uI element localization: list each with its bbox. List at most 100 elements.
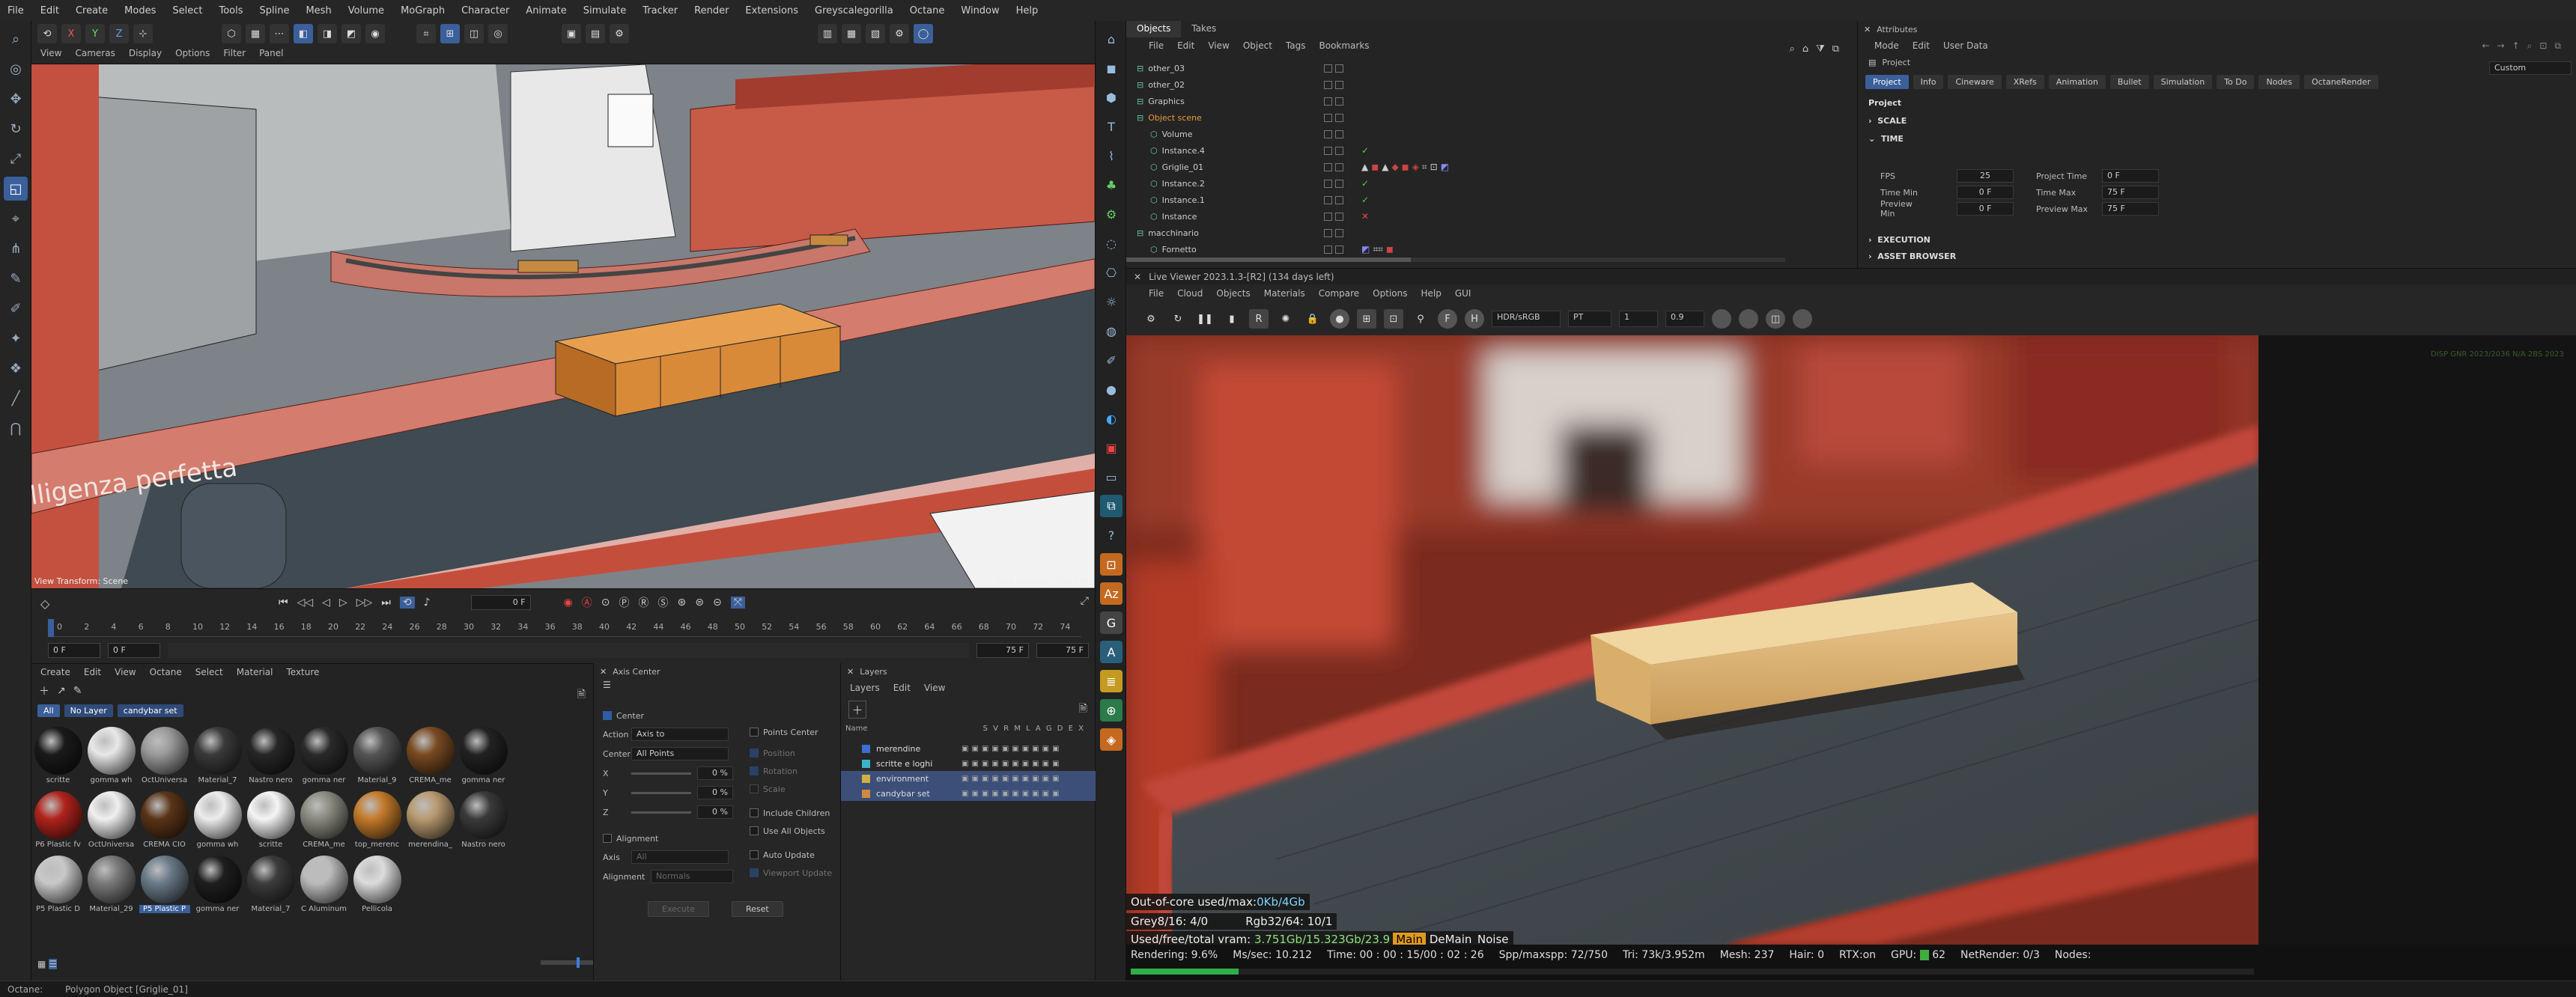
film-region-icon[interactable]: ⊞ xyxy=(1357,309,1376,329)
object-visibility-flags[interactable] xyxy=(1324,146,1343,155)
render-visibility-icon[interactable] xyxy=(1335,179,1343,188)
layer-xrefs-icon[interactable]: ▣ xyxy=(1052,775,1059,783)
attributes-menu-user-data[interactable]: User Data xyxy=(1943,40,1988,51)
viewport-menu-view[interactable]: View xyxy=(40,48,61,58)
layer-row[interactable]: merendine ▣ ▣ ▣ ▣ ▣ ▣ ▣ ▣ ▣ ▣ xyxy=(841,741,1096,756)
objects-menu-bookmarks[interactable]: Bookmarks xyxy=(1319,40,1370,51)
attr-tab-cineware[interactable]: Cineware xyxy=(1948,75,2002,89)
octane-icon[interactable]: ◯ xyxy=(914,24,933,43)
editor-visibility-icon[interactable] xyxy=(1324,228,1332,237)
dot-2-icon[interactable] xyxy=(1739,309,1758,329)
workplane-icon[interactable]: ◫ xyxy=(464,24,484,43)
attributes-menu-mode[interactable]: Mode xyxy=(1874,40,1899,51)
clay-mode-icon[interactable]: ✺ xyxy=(1276,309,1295,329)
render-settings-icon[interactable]: ⚙ xyxy=(610,24,629,43)
octane-material-icon[interactable]: ◐ xyxy=(1100,407,1123,430)
lv-menu-gui[interactable]: GUI xyxy=(1455,288,1471,299)
object-visibility-flags[interactable] xyxy=(1324,162,1343,171)
layer-locked-icon[interactable]: ▣ xyxy=(1002,775,1009,783)
layer-locked-icon[interactable]: ▣ xyxy=(1002,790,1009,798)
generator-icon[interactable]: ♣ xyxy=(1100,174,1123,196)
kernel-select[interactable]: PT xyxy=(1568,311,1611,327)
viewport-menu-panel[interactable]: Panel xyxy=(259,48,283,58)
grid-view-icon[interactable]: ▦ xyxy=(37,959,46,969)
layer-visible-editor-icon[interactable]: ▣ xyxy=(971,745,978,753)
material-swatch[interactable]: P5 Plastic D xyxy=(31,856,85,917)
execute-button[interactable]: Execute xyxy=(648,901,709,917)
layer-locked-icon[interactable]: ▣ xyxy=(1002,745,1009,753)
render-region-icon[interactable]: R xyxy=(1249,309,1269,329)
octane-az-icon[interactable]: Az xyxy=(1100,582,1123,605)
playhead[interactable] xyxy=(48,619,54,637)
object-row[interactable]: ⬡ Instance.1 ✓ xyxy=(1137,192,1841,208)
axis-select[interactable]: All xyxy=(631,850,729,864)
render-visibility-icon[interactable] xyxy=(1335,129,1343,138)
render-visibility-icon[interactable] xyxy=(1335,162,1343,171)
arrow-icon[interactable]: ↗ xyxy=(57,685,66,697)
material-menu-edit[interactable]: Edit xyxy=(84,667,101,677)
layers-menu-layers[interactable]: Layers xyxy=(850,683,880,693)
snap-toggle-icon[interactable]: ⌗ xyxy=(416,24,436,43)
render-visibility-icon[interactable] xyxy=(1335,80,1343,89)
render-picture-viewer-icon[interactable]: ▤ xyxy=(586,24,605,43)
layer-generators-icon[interactable]: ▣ xyxy=(1022,760,1029,768)
layer-visible-render-icon[interactable]: ▣ xyxy=(982,790,988,798)
prev-frame-icon[interactable]: ◁ xyxy=(322,597,330,609)
coordinate-icon[interactable]: ⌖ xyxy=(4,207,28,231)
menu-edit[interactable]: Edit xyxy=(40,5,59,16)
layer-deformers-icon[interactable]: ▣ xyxy=(1032,775,1039,783)
menu-greyscalegorilla[interactable]: Greyscalegorilla xyxy=(815,5,893,16)
objects-menu-tags[interactable]: Tags xyxy=(1286,40,1306,51)
spline-icon[interactable]: ⌇ xyxy=(1100,144,1123,167)
fps-field[interactable]: 25 xyxy=(1957,169,2014,183)
menu-select[interactable]: Select xyxy=(172,5,202,16)
x-slider[interactable] xyxy=(631,772,691,775)
material-swatch[interactable]: merendina_ xyxy=(404,791,457,853)
editor-visibility-icon[interactable] xyxy=(1324,179,1332,188)
render-visibility-icon[interactable] xyxy=(1335,212,1343,221)
material-menu-texture[interactable]: Texture xyxy=(286,667,319,677)
filter-icon[interactable]: ⧩ xyxy=(1816,43,1825,55)
layer-expressions-icon[interactable]: ▣ xyxy=(1042,790,1049,798)
render-queue-icon[interactable]: ▦ xyxy=(842,24,861,43)
object-visibility-flags[interactable] xyxy=(1324,64,1343,73)
close-icon[interactable]: ✕ xyxy=(1134,272,1141,282)
paint-icon[interactable]: ✦ xyxy=(4,326,28,350)
preview-min-field[interactable]: 0 F xyxy=(1957,202,2014,216)
attr-tab-nodes[interactable]: Nodes xyxy=(2258,75,2300,89)
cube-primitive-icon[interactable]: ⬢ xyxy=(1100,86,1123,109)
layer-xrefs-icon[interactable]: ▣ xyxy=(1052,790,1059,798)
editor-visibility-icon[interactable] xyxy=(1324,97,1332,106)
next-frame-icon[interactable]: ▷▷ xyxy=(356,597,373,609)
object-visibility-flags[interactable] xyxy=(1324,245,1343,254)
attr-tab-simulation[interactable]: Simulation xyxy=(2153,75,2213,89)
lv-menu-help[interactable]: Help xyxy=(1421,288,1441,299)
menu-simulate[interactable]: Simulate xyxy=(583,5,626,16)
spline-pen-icon[interactable]: ✎ xyxy=(4,266,28,290)
include-children-checkbox[interactable] xyxy=(750,808,759,817)
object-tag-icon[interactable]: ◈ xyxy=(1412,162,1419,173)
render-visibility-icon[interactable] xyxy=(1335,195,1343,204)
octane-g-icon[interactable]: G xyxy=(1100,612,1123,634)
object-row[interactable]: ⊟ macchinario xyxy=(1137,225,1841,241)
position-checkbox[interactable] xyxy=(750,748,759,757)
material-swatch[interactable]: OctUniversa xyxy=(138,727,191,788)
objects-menu-view[interactable]: View xyxy=(1208,40,1229,51)
object-visibility-flags[interactable] xyxy=(1324,113,1343,122)
editor-visibility-icon[interactable] xyxy=(1324,245,1332,254)
octane-stack-icon[interactable]: ≣ xyxy=(1100,670,1123,692)
render-visibility-icon[interactable] xyxy=(1335,113,1343,122)
model-mode-icon[interactable]: ⬡ xyxy=(222,24,241,43)
editor-visibility-icon[interactable] xyxy=(1324,195,1332,204)
axis-center-icon[interactable]: ◱ xyxy=(4,177,28,201)
render-view-icon[interactable]: ▣ xyxy=(562,24,581,43)
scale-icon[interactable]: ⤢ xyxy=(4,147,28,171)
layer-deformers-icon[interactable]: ▣ xyxy=(1032,745,1039,753)
material-swatch[interactable]: Material_9 xyxy=(350,727,404,788)
prev-key-icon[interactable]: ◁◁ xyxy=(297,597,314,609)
material-swatch[interactable]: P5 Plastic P xyxy=(138,856,191,917)
timeline-expand-icon[interactable]: ⤢ xyxy=(1081,595,1089,607)
object-row[interactable]: ⬡ Volume xyxy=(1137,126,1841,142)
lock-icon[interactable]: ⊡ xyxy=(2539,40,2547,52)
texture-mode-icon[interactable]: ▦ xyxy=(246,24,265,43)
